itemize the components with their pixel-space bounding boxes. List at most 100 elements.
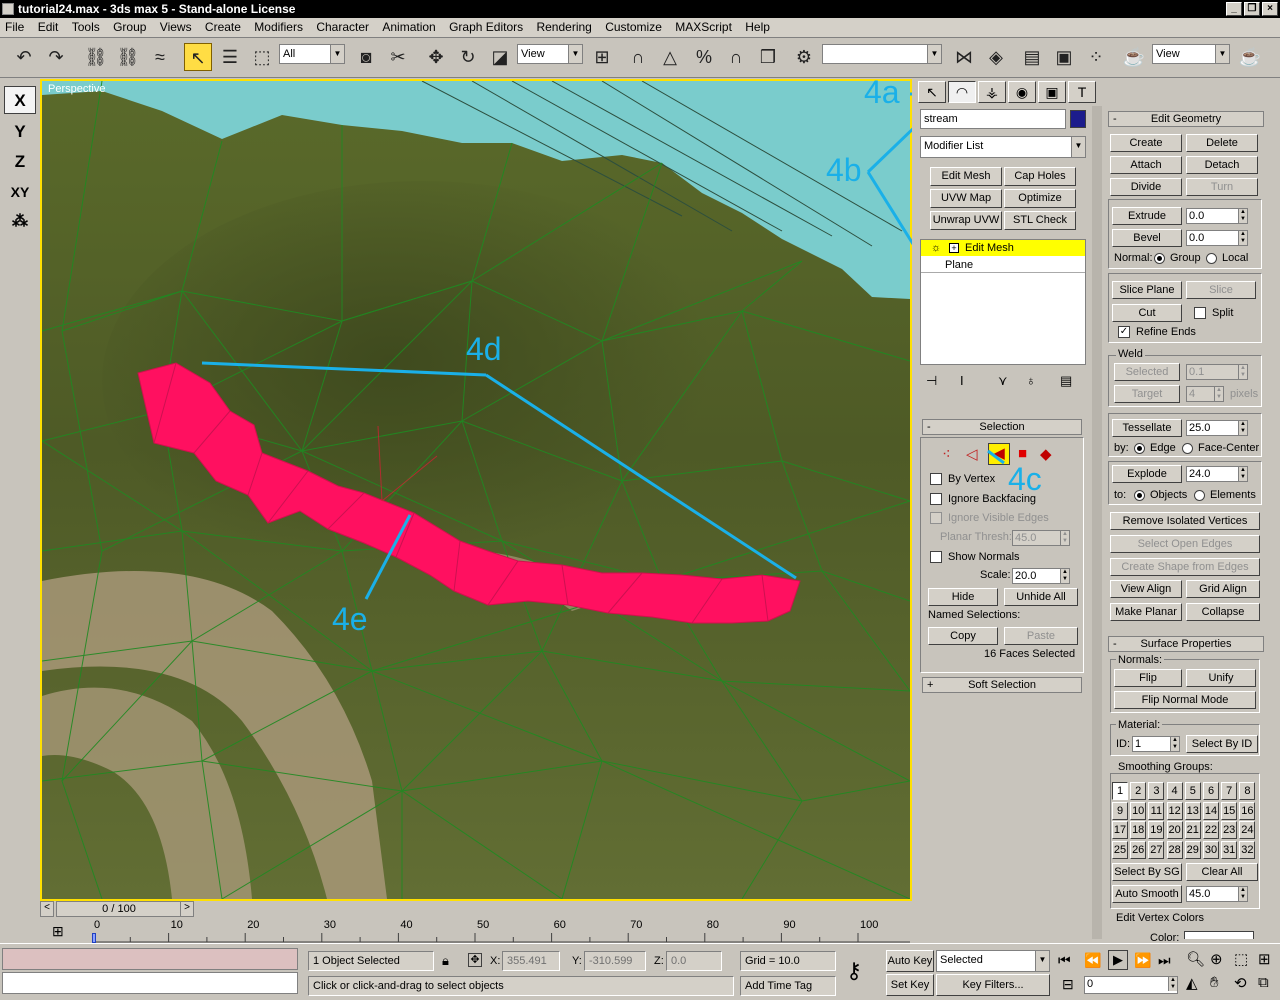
object-name-field[interactable]: stream [920,109,1066,129]
smoothing-group-button[interactable]: 16 [1239,801,1256,820]
create-shape-from-edges-button[interactable]: Create Shape from Edges [1110,558,1260,576]
make-planar-button[interactable]: Make Planar [1110,603,1182,621]
render-view-combo[interactable]: View ▼ [1152,44,1230,64]
mirror-icon[interactable]: ⋈ [950,43,978,71]
auto-key-button[interactable]: Auto Key [886,950,934,972]
paste-button[interactable]: Paste [1004,627,1078,645]
pin-stack-icon[interactable]: ⊣ [926,373,937,389]
weld-target-button[interactable]: Target [1114,385,1180,403]
pivot-center-icon[interactable]: ⊞ [588,43,616,71]
select-by-id-button[interactable]: Select By ID [1186,735,1258,753]
maxscript-listener-bottom[interactable] [2,972,298,994]
menu-rendering[interactable]: Rendering [531,18,596,36]
edit-mesh-mod-button[interactable]: Edit Mesh [930,167,1002,186]
add-time-tag-field[interactable]: Add Time Tag [740,976,836,996]
auto-smooth-button[interactable]: Auto Smooth [1112,885,1182,903]
create-button[interactable]: Create [1110,134,1182,152]
tessellate-face-center-radio[interactable] [1182,443,1193,454]
close-icon[interactable]: × [1262,2,1278,16]
named-selection-combo[interactable]: ▼ [822,44,942,64]
time-next-arrow-icon[interactable]: > [180,901,194,917]
axis-x-button[interactable]: X [4,86,36,114]
rect-selection-icon[interactable]: ⬚ [248,43,276,71]
remove-modifier-icon[interactable]: ♁ [1026,373,1036,388]
previous-frame-icon[interactable]: ⏪ [1084,952,1101,969]
select-by-name-icon[interactable]: ☰ [216,43,244,71]
go-to-end-icon[interactable]: ⏭ [1158,952,1171,969]
tessellate-spinner[interactable]: 25.0 ▲ ▼ [1186,420,1248,436]
motion-tab-icon[interactable]: ◉ [1008,81,1036,103]
ignore-backfacing-checkbox[interactable] [930,493,942,505]
spinner-snap-icon[interactable]: ∩ [722,43,750,71]
soft-selection-rollout-header[interactable]: + Soft Selection [922,677,1082,693]
next-frame-icon[interactable]: ⏩ [1134,952,1151,969]
slice-button[interactable]: Slice [1186,281,1256,299]
menu-views[interactable]: Views [155,18,197,36]
key-icon[interactable]: ⚷ [846,958,862,984]
normal-group-radio[interactable] [1154,253,1165,264]
stack-item-plane[interactable]: Plane [921,257,1085,273]
smoothing-group-button[interactable]: 9 [1112,801,1128,820]
material-editor-icon[interactable]: ⁘ [1082,43,1110,71]
quick-render-icon[interactable]: ☕ [1236,43,1264,71]
menu-character[interactable]: Character [311,18,374,36]
absolute-mode-icon[interactable]: ✥ [468,953,482,967]
menu-tools[interactable]: Tools [67,18,105,36]
material-id-spinner[interactable]: 1 ▲ ▼ [1132,736,1180,752]
split-checkbox[interactable] [1194,307,1206,319]
vertex-level-icon[interactable]: ⁖ [942,445,951,463]
percent-snap-icon[interactable]: % [690,43,718,71]
crossing-icon[interactable]: ✂ [384,43,412,71]
set-key-button[interactable]: Set Key [886,974,934,996]
select-and-link-icon[interactable]: ⛓ [82,43,110,71]
smoothing-group-button[interactable]: 18 [1130,821,1147,839]
smoothing-group-button[interactable]: 25 [1112,840,1128,859]
explode-spinner[interactable]: 24.0 ▲ ▼ [1186,466,1248,482]
cap-holes-mod-button[interactable]: Cap Holes [1004,167,1076,186]
panel-scrollbar[interactable] [1092,106,1102,939]
hierarchy-tab-icon[interactable]: ⚶ [978,81,1006,103]
remove-isolated-vertices-button[interactable]: Remove Isolated Vertices [1110,512,1260,530]
expand-plus-icon[interactable]: + [949,243,959,253]
menu-customize[interactable]: Customize [600,18,667,36]
schematic-view-icon[interactable]: ▣ [1050,43,1078,71]
smoothing-group-button[interactable]: 29 [1184,840,1201,859]
cut-button[interactable]: Cut [1112,304,1182,322]
show-end-result-icon[interactable]: I [960,373,964,388]
menu-modifiers[interactable]: Modifiers [249,18,308,36]
stl-check-mod-button[interactable]: STL Check [1004,211,1076,230]
zoom-all-icon[interactable]: ⊕ [1210,950,1223,968]
maxscript-listener-top[interactable] [2,948,298,970]
smoothing-group-button[interactable]: 23 [1221,821,1238,839]
align-icon[interactable]: ◈ [982,43,1010,71]
sub-object-cycle-icon[interactable]: ⁂ [4,208,36,236]
explode-objects-radio[interactable] [1134,490,1145,501]
refine-ends-checkbox[interactable]: ✓ [1118,326,1130,338]
edit-named-sel-icon[interactable]: ❒ [754,43,782,71]
angle-snap-icon[interactable]: △ [656,43,684,71]
configure-sets-icon[interactable]: ▤ [1060,373,1072,389]
perspective-viewport[interactable]: Perspective 4d 4e [40,79,912,901]
smoothing-group-button[interactable]: 7 [1221,782,1238,800]
arc-rotate-icon[interactable]: ⟲ [1234,974,1247,992]
key-mode-toggle-icon[interactable]: ⊟ [1062,976,1074,993]
axis-z-button[interactable]: Z [4,148,36,176]
unwrap-uvw-mod-button[interactable]: Unwrap UVW [930,211,1002,230]
planar-thresh-spinner[interactable]: 45.0 ▲ ▼ [1012,530,1070,546]
collapse-button[interactable]: Collapse [1186,603,1260,621]
create-tab-icon[interactable]: ↖ [918,81,946,103]
selection-rollout-header[interactable]: - Selection [922,419,1082,435]
edge-level-icon[interactable]: ◁ [966,445,978,463]
select-object-icon[interactable]: ↖ [184,43,212,71]
smoothing-group-button[interactable]: 2 [1130,782,1147,800]
object-color-swatch[interactable] [1070,110,1086,128]
viewport-label[interactable]: Perspective [48,83,105,95]
smoothing-group-button[interactable]: 10 [1130,801,1147,820]
display-tab-icon[interactable]: ▣ [1038,81,1066,103]
extrude-spinner[interactable]: 0.0 ▲ ▼ [1186,208,1248,224]
unlink-icon[interactable]: ⛓ [114,43,142,71]
edit-geometry-rollout-header[interactable]: - Edit Geometry [1108,111,1264,127]
time-prev-arrow-icon[interactable]: < [40,901,54,917]
optimize-mod-button[interactable]: Optimize [1004,189,1076,208]
hide-button[interactable]: Hide [928,588,998,606]
